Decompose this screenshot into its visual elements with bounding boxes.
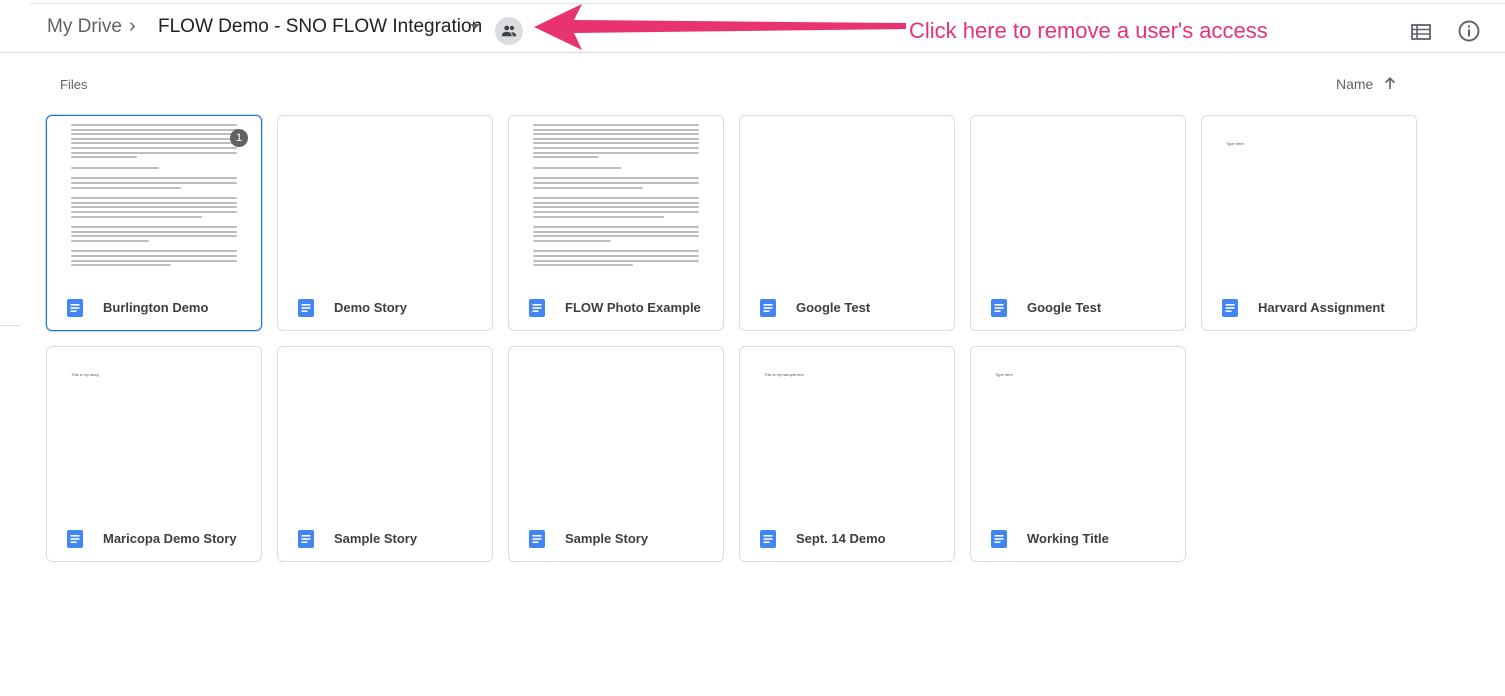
file-card-footer: Harvard Assignment [1202, 286, 1416, 330]
file-thumbnail [509, 347, 723, 519]
file-title: Working Title [1027, 531, 1109, 546]
list-view-icon[interactable] [1410, 21, 1432, 43]
file-title: Burlington Demo [103, 300, 209, 315]
file-card[interactable]: Google Test [739, 115, 955, 331]
document-preview-lines [533, 124, 699, 275]
people-icon [501, 25, 517, 37]
breadcrumb-separator: › [129, 15, 136, 37]
file-thumbnail: This is my story [47, 347, 261, 519]
google-docs-icon [67, 299, 83, 317]
file-card[interactable]: Google Test [970, 115, 1186, 331]
google-docs-icon [529, 530, 545, 548]
preview-text: Type here [1226, 141, 1244, 146]
google-docs-icon [760, 530, 776, 548]
document-preview-lines [71, 124, 237, 275]
google-docs-icon [529, 299, 545, 317]
header-bar: My Drive › FLOW Demo - SNO FLOW Integrat… [0, 4, 1505, 53]
sidebar-edge-divider [0, 325, 20, 326]
file-thumbnail: This is my sample text [740, 347, 954, 519]
preview-text: This is my sample text [764, 372, 804, 377]
file-card-footer: Sample Story [509, 517, 723, 561]
file-card-footer: Sept. 14 Demo [740, 517, 954, 561]
file-title: FLOW Photo Example [565, 300, 701, 315]
file-card-footer: Working Title [971, 517, 1185, 561]
sort-by-name-button[interactable]: Name [1336, 76, 1373, 92]
google-docs-icon [991, 299, 1007, 317]
file-card-footer: Google Test [740, 286, 954, 330]
file-card[interactable]: Sample Story [508, 346, 724, 562]
preview-text: This is my story [71, 372, 99, 377]
breadcrumb-current-folder[interactable]: FLOW Demo - SNO FLOW Integration [158, 16, 482, 38]
file-card[interactable]: 1 Burlington Demo [46, 115, 262, 331]
comment-count-badge: 1 [230, 129, 248, 147]
file-card[interactable]: Demo Story [277, 115, 493, 331]
google-docs-icon [298, 299, 314, 317]
file-grid: 1 Burlington Demo Demo Story FLOW Photo Exa… [46, 115, 1417, 562]
annotation-arrow-icon [534, 4, 906, 50]
file-thumbnail: 1 [47, 116, 261, 288]
google-docs-icon [991, 530, 1007, 548]
file-thumbnail [278, 347, 492, 519]
file-card-footer: Burlington Demo [47, 286, 261, 330]
file-card-footer: Google Test [971, 286, 1185, 330]
file-title: Sept. 14 Demo [796, 531, 886, 546]
file-title: Demo Story [334, 300, 407, 315]
file-card[interactable]: Sample Story [277, 346, 493, 562]
google-docs-icon [1222, 299, 1238, 317]
manage-access-button[interactable] [495, 17, 523, 45]
annotation-text: Click here to remove a user's access [909, 18, 1268, 43]
file-card[interactable]: Type here Harvard Assignment [1201, 115, 1417, 331]
file-card[interactable]: This is my story Maricopa Demo Story [46, 346, 262, 562]
preview-text: Type here [995, 372, 1013, 377]
file-thumbnail [509, 116, 723, 288]
file-title: Maricopa Demo Story [103, 531, 237, 546]
google-docs-icon [298, 530, 314, 548]
files-section-label: Files [60, 77, 88, 92]
google-docs-icon [67, 530, 83, 548]
file-title: Google Test [1027, 300, 1102, 315]
file-title: Google Test [796, 300, 871, 315]
file-card[interactable]: Type here Working Title [970, 346, 1186, 562]
file-title: Sample Story [334, 531, 418, 546]
file-card[interactable]: FLOW Photo Example [508, 115, 724, 331]
file-card-footer: FLOW Photo Example [509, 286, 723, 330]
file-card-footer: Sample Story [278, 517, 492, 561]
file-thumbnail: Type here [1202, 116, 1416, 288]
arrow-up-icon[interactable] [1382, 75, 1398, 91]
file-thumbnail [971, 116, 1185, 288]
file-card-footer: Demo Story [278, 286, 492, 330]
file-card-footer: Maricopa Demo Story [47, 517, 261, 561]
file-card[interactable]: This is my sample text Sept. 14 Demo [739, 346, 955, 562]
file-title: Sample Story [565, 531, 649, 546]
google-docs-icon [760, 299, 776, 317]
file-thumbnail [278, 116, 492, 288]
folder-menu-caret-icon[interactable] [470, 24, 480, 29]
info-icon[interactable] [1457, 19, 1481, 43]
breadcrumb-my-drive[interactable]: My Drive [47, 16, 122, 38]
file-thumbnail [740, 116, 954, 288]
file-thumbnail: Type here [971, 347, 1185, 519]
file-title: Harvard Assignment [1258, 300, 1385, 315]
